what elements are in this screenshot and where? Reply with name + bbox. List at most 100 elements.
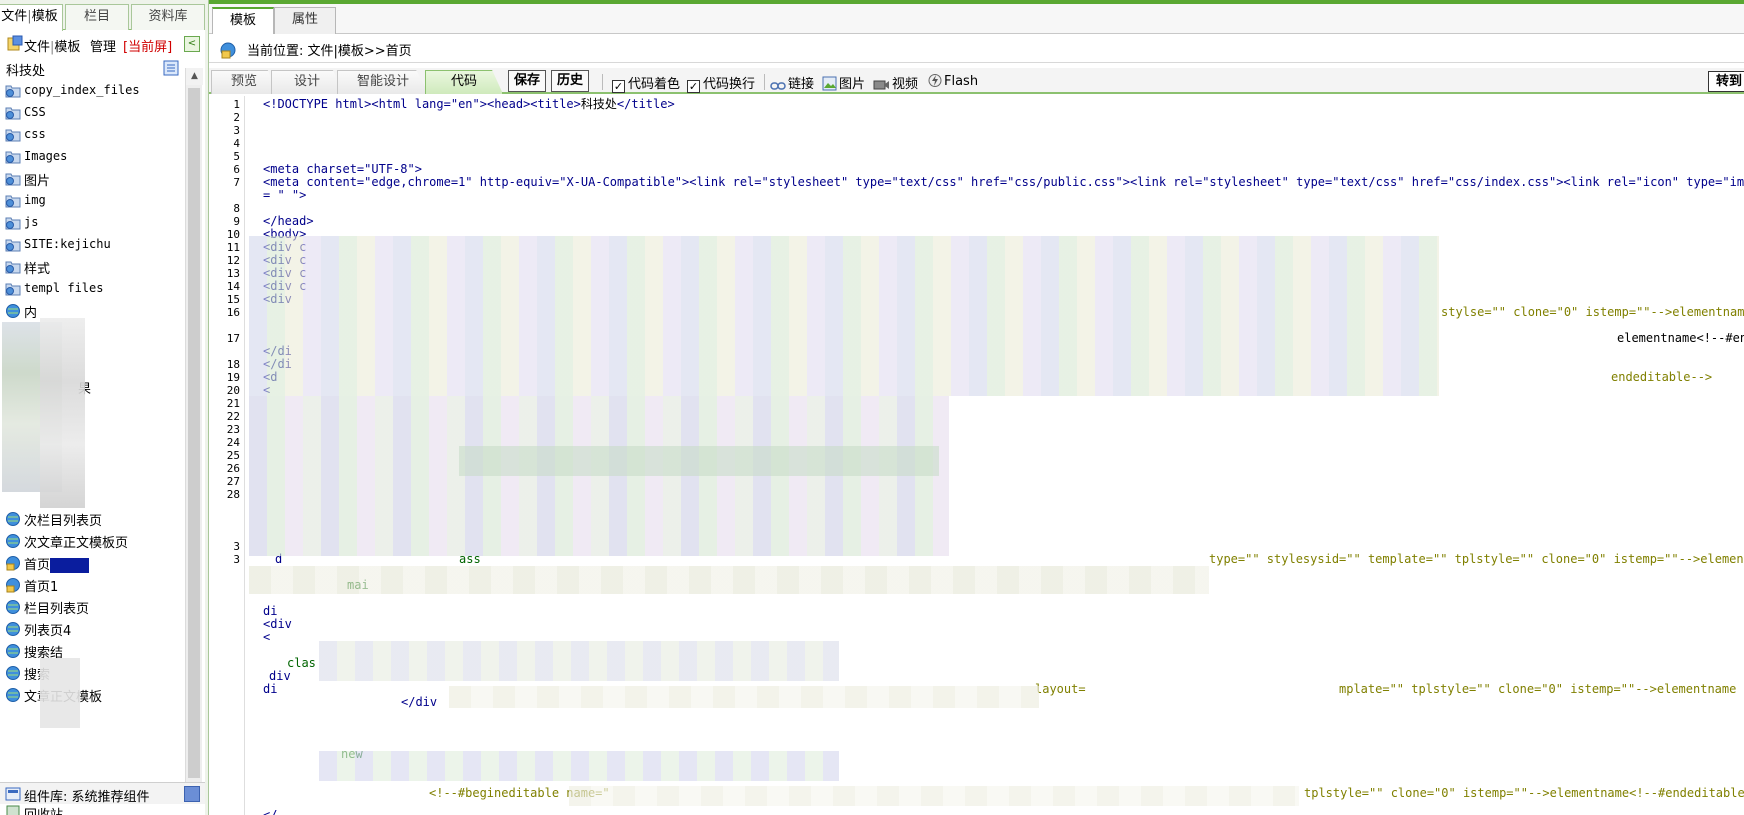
breadcrumb-path[interactable]: 文件|模板>>首页 bbox=[308, 44, 412, 59]
view-tab-label: 设计 bbox=[293, 74, 320, 89]
toolbar-file[interactable]: 文件 bbox=[24, 40, 50, 55]
tree-page[interactable]: 搜索结 bbox=[0, 640, 185, 662]
tab-template[interactable]: 模板 bbox=[212, 7, 274, 34]
component-library-bar[interactable]: 组件库: 系统推荐组件 bbox=[0, 782, 205, 805]
tree-page-selected[interactable]: 首页​ bbox=[0, 552, 185, 574]
view-tab-smart-design[interactable]: 智能设计 bbox=[337, 70, 429, 94]
image-icon bbox=[822, 76, 837, 95]
tree-page[interactable]: 果 bbox=[0, 376, 185, 398]
folder-globe-icon bbox=[5, 149, 21, 168]
tree-folder[interactable]: 图片 bbox=[0, 168, 185, 190]
page-globe-icon bbox=[5, 599, 21, 619]
obscured-region bbox=[449, 686, 1039, 708]
tree-folder-label: CSS bbox=[24, 105, 46, 119]
tree-folder[interactable]: copy_index_files bbox=[0, 80, 185, 102]
tree-page[interactable]: 次文章正文模板页 bbox=[0, 530, 185, 552]
insert-video-button[interactable]: 视频 bbox=[873, 73, 918, 95]
tree-page-label: 内 bbox=[24, 306, 38, 321]
checkbox-checked-icon: ✓ bbox=[687, 80, 700, 93]
tree-page-label: 文章正文模板 bbox=[24, 690, 103, 705]
history-button[interactable]: 历史 bbox=[551, 70, 590, 92]
tree-folder-label: img bbox=[24, 193, 46, 207]
left-tab-bar: 文件|模板 栏目 资料库 bbox=[0, 0, 205, 31]
view-tab-label: 代码 bbox=[450, 74, 477, 89]
tree-root-label: 科技处 bbox=[6, 64, 46, 79]
folder-globe-icon bbox=[5, 259, 21, 278]
tree-page[interactable]: 内 bbox=[0, 300, 185, 322]
tree-page[interactable]: 文章正文模板 bbox=[0, 684, 185, 706]
page-globe-icon bbox=[5, 621, 21, 641]
right-panel: 模板 属性 当前位置: 文件|模板>>首页 预览 设计 智能设计 代码 保存 历… bbox=[205, 0, 1744, 815]
tree-folder-label: Images bbox=[24, 149, 68, 163]
tree-page[interactable]: 搜索 bbox=[0, 662, 185, 684]
goto-button[interactable]: 转到 bbox=[1708, 71, 1744, 92]
obscured-region bbox=[2, 322, 62, 492]
tree-page-label: 次文章正文模板页 bbox=[24, 536, 129, 551]
scroll-thumb[interactable] bbox=[188, 88, 200, 778]
code-line: </ bbox=[263, 808, 278, 815]
breadcrumb-text: 当前位置: 文件|模板>>首页 bbox=[247, 40, 412, 59]
toolbar-current-screen[interactable]: [当前屏] bbox=[123, 36, 172, 55]
obscured-region bbox=[249, 236, 1439, 396]
toolbar-file-template[interactable]: 文件|模板 bbox=[24, 36, 80, 55]
tree-page-label: 搜索结 bbox=[24, 646, 64, 661]
obscured-region bbox=[40, 318, 85, 508]
tree-folder[interactable]: Images bbox=[0, 146, 185, 168]
code-line: mplate="" tplstyle="" clone="0" istemp="… bbox=[1339, 682, 1737, 696]
tab-columns[interactable]: 栏目 bbox=[65, 4, 129, 30]
selected-page-label: 首页 bbox=[24, 558, 51, 573]
tree-root[interactable]: 科技处 bbox=[0, 58, 185, 80]
tab-properties-label: 属性 bbox=[291, 12, 318, 27]
tree-folder[interactable]: CSS bbox=[0, 102, 185, 124]
view-tab-design[interactable]: 设计 bbox=[271, 70, 343, 94]
tab-columns-label: 栏目 bbox=[83, 9, 110, 24]
tab-template-label: 模板 bbox=[229, 13, 256, 28]
tree-page-label: 首页​ bbox=[24, 554, 90, 573]
code-line: tplstyle="" clone="0" istemp=""-->elemen… bbox=[1304, 786, 1744, 800]
code-color-checkbox[interactable]: ✓ 代码着色 bbox=[612, 73, 680, 93]
folder-globe-icon bbox=[5, 281, 21, 300]
toolbar-template[interactable]: 模板 bbox=[54, 40, 80, 55]
tab-properties[interactable]: 属性 bbox=[274, 7, 336, 34]
tree-folder-label: js bbox=[24, 215, 39, 229]
folder-globe-icon bbox=[5, 193, 21, 212]
tree-folder-label: templ files bbox=[24, 281, 104, 295]
tree-page[interactable]: 首页1 bbox=[0, 574, 185, 596]
tree-page[interactable]: 次栏目列表页 bbox=[0, 508, 185, 530]
obscured-region bbox=[459, 446, 939, 476]
tree-folder[interactable]: js bbox=[0, 212, 185, 234]
tree-folder[interactable]: img bbox=[0, 190, 185, 212]
tree-folder[interactable]: css bbox=[0, 124, 185, 146]
component-toggle-icon[interactable] bbox=[184, 786, 200, 802]
location-globe-icon bbox=[219, 41, 237, 63]
code-editor[interactable]: 1 2 3 4 5 6 7 8 9 10 11 12 13 14 15 16 17 18 19 20 21 22 23 24 2… bbox=[209, 96, 1744, 815]
view-tab-preview[interactable]: 预览 bbox=[211, 70, 277, 94]
toolbar-manage[interactable]: 管理 bbox=[90, 36, 116, 55]
tab-template-label: 模板 bbox=[31, 9, 58, 24]
tree-folder[interactable]: 样式 bbox=[0, 256, 185, 278]
tree-page[interactable]: 列表页4 bbox=[0, 618, 185, 640]
view-tab-code[interactable]: 代码 bbox=[425, 70, 503, 94]
code-line: type="" stylesysid="" template="" tplsty… bbox=[1209, 552, 1744, 566]
tab-library[interactable]: 资料库 bbox=[131, 4, 205, 30]
code-wrap-checkbox[interactable]: ✓ 代码换行 bbox=[687, 73, 755, 93]
scroll-up-icon[interactable]: ▲ bbox=[186, 68, 203, 85]
tree-folder-label: 图片 bbox=[24, 174, 51, 189]
toolbar-divider bbox=[602, 74, 603, 90]
checkbox-checked-icon: ✓ bbox=[612, 80, 625, 93]
breadcrumb-label: 当前位置: bbox=[247, 44, 308, 59]
collapse-left-button[interactable]: < bbox=[184, 36, 200, 52]
page-globe-icon bbox=[5, 687, 21, 707]
insert-flash-button[interactable]: Flash bbox=[928, 73, 978, 92]
recycle-icon bbox=[5, 805, 21, 815]
tab-file-template[interactable]: 文件|模板 bbox=[0, 4, 63, 31]
tree-page[interactable]: 栏目列表页 bbox=[0, 596, 185, 618]
insert-link-button[interactable]: 链接 bbox=[770, 73, 814, 95]
code-area[interactable]: <!DOCTYPE html><html lang="en"><head><ti… bbox=[209, 96, 1744, 815]
save-button[interactable]: 保存 bbox=[508, 70, 547, 92]
recycle-bin-row[interactable]: 回收站 bbox=[0, 805, 205, 815]
insert-image-button[interactable]: 图片 bbox=[822, 73, 865, 95]
left-scrollbar[interactable]: ▲ bbox=[185, 68, 203, 786]
tree-folder[interactable]: SITE:kejichu bbox=[0, 234, 185, 256]
tree-folder[interactable]: templ files bbox=[0, 278, 185, 300]
